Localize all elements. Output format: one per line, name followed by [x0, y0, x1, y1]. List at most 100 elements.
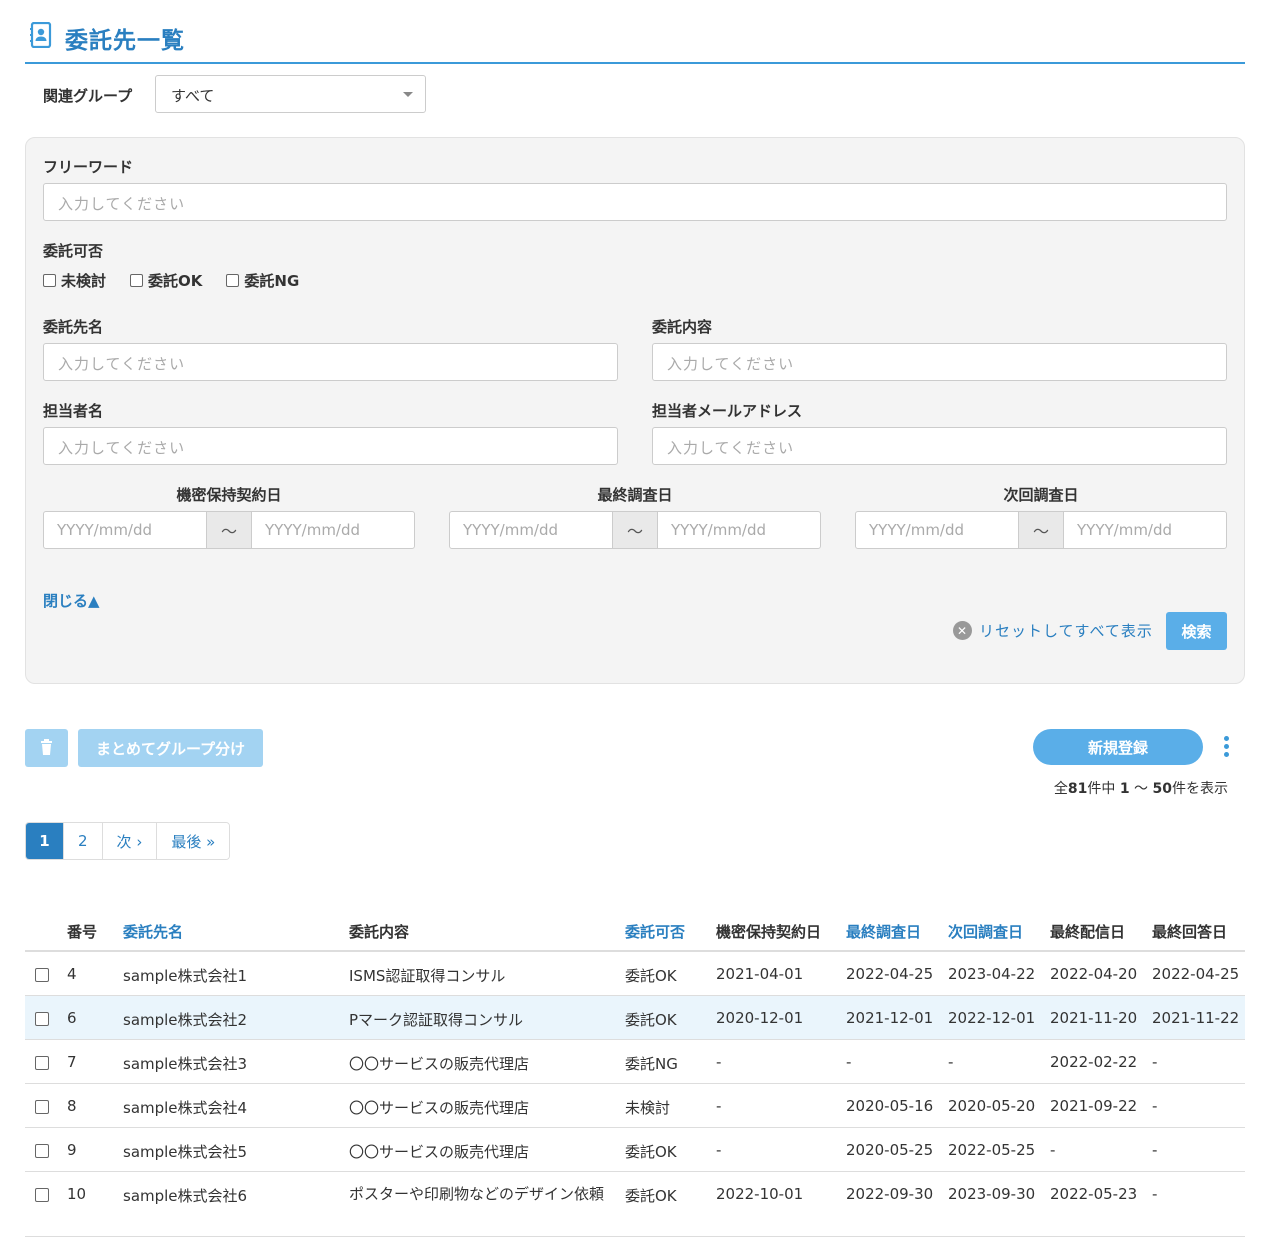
delete-button[interactable]: [25, 729, 68, 767]
table-cell: 2021-09-22: [1050, 1097, 1138, 1115]
table-cell: 2023-04-22: [948, 965, 1036, 983]
row-checkbox[interactable]: [35, 968, 49, 982]
table-cell: 2022-09-30: [846, 1185, 934, 1203]
checkbox[interactable]: [226, 274, 240, 287]
status-checkbox-pending[interactable]: 未検討: [43, 270, 106, 291]
bulk-group-button[interactable]: まとめてグループ分け: [78, 729, 263, 767]
table-cell: -: [1152, 1185, 1158, 1203]
name-input[interactable]: 入力してください: [43, 343, 618, 381]
table-cell: 委託NG: [625, 1055, 678, 1073]
table-cell: 4: [67, 965, 77, 983]
status-checkbox-ng[interactable]: 委託NG: [226, 270, 299, 291]
table-cell: -: [716, 1097, 722, 1115]
col-number: 番号: [67, 923, 98, 941]
table-cell: 7: [67, 1053, 77, 1071]
table-cell: -: [716, 1141, 722, 1159]
nda-date-to[interactable]: YYYY/mm/dd: [252, 512, 414, 548]
table-cell: 委託OK: [625, 967, 677, 985]
table-cell: 2022-12-01: [948, 1009, 1036, 1027]
table-row[interactable]: 7 sample株式会社3 〇〇サービスの販売代理店 委託NG - - - 2022-02-2…: [25, 1040, 1245, 1084]
next-survey-range: YYYY/mm/dd 〜 YYYY/mm/dd: [855, 511, 1227, 549]
page-2[interactable]: 2: [64, 823, 103, 859]
checkbox[interactable]: [130, 274, 144, 287]
table-cell: 2023-09-30: [948, 1185, 1036, 1203]
table-cell: ISMS認証取得コンサル: [349, 967, 506, 985]
table-cell: 2020-05-25: [846, 1141, 934, 1159]
table-cell: 未検討: [625, 1099, 671, 1117]
table-cell: sample株式会社1: [123, 967, 248, 985]
filter-panel: フリーワード 入力してください 委託可否 未検討 委託OK 委託NG 委託先名 …: [25, 137, 1245, 684]
freeword-input[interactable]: 入力してください: [43, 183, 1227, 221]
table-cell: 2020-05-16: [846, 1097, 934, 1115]
table-row[interactable]: 8 sample株式会社4 〇〇サービスの販売代理店 未検討 - 2020-05-16 20…: [25, 1084, 1245, 1128]
table-cell: sample株式会社3: [123, 1055, 248, 1073]
freeword-label: フリーワード: [43, 158, 134, 176]
table-cell: 〇〇サービスの販売代理店: [349, 1055, 530, 1073]
table-cell: -: [948, 1053, 954, 1071]
table-cell: -: [716, 1053, 722, 1071]
col-vendor-name[interactable]: 委託先名: [123, 921, 183, 942]
row-checkbox[interactable]: [35, 1100, 49, 1114]
result-count: 全81件中 1 〜 50件を表示: [1053, 781, 1228, 797]
last-survey-to[interactable]: YYYY/mm/dd: [658, 512, 820, 548]
table-cell: 2022-04-25: [846, 965, 934, 983]
table-row[interactable]: 9 sample株式会社5 〇〇サービスの販売代理店 委託OK - 2020-05-25 2…: [25, 1128, 1245, 1172]
email-label: 担当者メールアドレス: [652, 402, 803, 420]
status-checkbox-ok[interactable]: 委託OK: [130, 270, 202, 291]
table-cell: 2021-04-01: [716, 965, 804, 983]
table-cell: sample株式会社6: [123, 1187, 248, 1205]
checkbox[interactable]: [43, 274, 56, 287]
close-filter-link[interactable]: 閉じる▲: [43, 590, 100, 611]
table-row[interactable]: 4 sample株式会社1 ISMS認証取得コンサル 委託OK 2021-04-01 20…: [25, 952, 1245, 996]
more-menu-icon[interactable]: [1219, 736, 1233, 760]
table-cell: 9: [67, 1141, 77, 1159]
col-status[interactable]: 委託可否: [625, 921, 685, 942]
table-cell: 2020-12-01: [716, 1009, 804, 1027]
new-register-button[interactable]: 新規登録: [1033, 729, 1203, 765]
page-next[interactable]: 次 ›: [102, 823, 158, 859]
col-next-survey[interactable]: 次回調査日: [948, 921, 1023, 942]
page-1[interactable]: 1: [26, 823, 64, 859]
group-filter-label: 関連グループ: [43, 87, 133, 105]
table-row[interactable]: 10 sample株式会社6 ポスターや印刷物などのデザイン依頼 委託OK 2022-1…: [25, 1172, 1245, 1237]
page-last[interactable]: 最後 »: [157, 823, 230, 859]
search-button[interactable]: 検索: [1166, 612, 1227, 650]
table-cell: -: [1050, 1141, 1056, 1159]
table-cell: 2020-05-20: [948, 1097, 1036, 1115]
table-cell: 2022-05-25: [948, 1141, 1036, 1159]
col-last-survey[interactable]: 最終調査日: [846, 921, 921, 942]
name-label: 委託先名: [43, 318, 104, 336]
table-body: 4 sample株式会社1 ISMS認証取得コンサル 委託OK 2021-04-01 20…: [25, 952, 1245, 1237]
status-label: 委託可否: [43, 242, 104, 260]
row-checkbox[interactable]: [35, 1188, 49, 1202]
table-header: 番号 委託先名 委託内容 委託可否 機密保持契約日 最終調査日 次回調査日 最終…: [25, 911, 1245, 952]
content-input[interactable]: 入力してください: [652, 343, 1227, 381]
person-input[interactable]: 入力してください: [43, 427, 618, 465]
pagination: 1 2 次 › 最後 »: [25, 822, 231, 860]
table-row[interactable]: 6 sample株式会社2 Pマーク認証取得コンサル 委託OK 2020-12-01 20…: [25, 996, 1245, 1040]
table-cell: -: [846, 1053, 852, 1071]
table-cell: 10: [67, 1185, 87, 1203]
row-checkbox[interactable]: [35, 1056, 49, 1070]
nda-date-label: 機密保持契約日: [176, 486, 282, 504]
row-checkbox[interactable]: [35, 1012, 49, 1026]
table-cell: sample株式会社5: [123, 1143, 248, 1161]
table-cell: 委託OK: [625, 1143, 677, 1161]
group-filter-select[interactable]: すべて: [155, 75, 426, 113]
col-nda-date: 機密保持契約日: [716, 923, 822, 941]
email-input[interactable]: 入力してください: [652, 427, 1227, 465]
row-checkbox[interactable]: [35, 1144, 49, 1158]
table-cell: sample株式会社2: [123, 1011, 248, 1029]
contact-book-icon: [30, 22, 52, 48]
last-survey-from[interactable]: YYYY/mm/dd: [450, 512, 612, 548]
table-cell: 〇〇サービスの販売代理店: [349, 1143, 530, 1161]
table-cell: ポスターや印刷物などのデザイン依頼: [349, 1185, 605, 1203]
table-cell: Pマーク認証取得コンサル: [349, 1011, 524, 1029]
reset-link[interactable]: ✕ リセットしてすべて表示: [953, 620, 1153, 641]
next-survey-label: 次回調査日: [1003, 486, 1079, 504]
col-content: 委託内容: [349, 923, 410, 941]
next-survey-to[interactable]: YYYY/mm/dd: [1064, 512, 1226, 548]
nda-date-from[interactable]: YYYY/mm/dd: [44, 512, 206, 548]
table-cell: 2022-02-22: [1050, 1053, 1138, 1071]
next-survey-from[interactable]: YYYY/mm/dd: [856, 512, 1018, 548]
